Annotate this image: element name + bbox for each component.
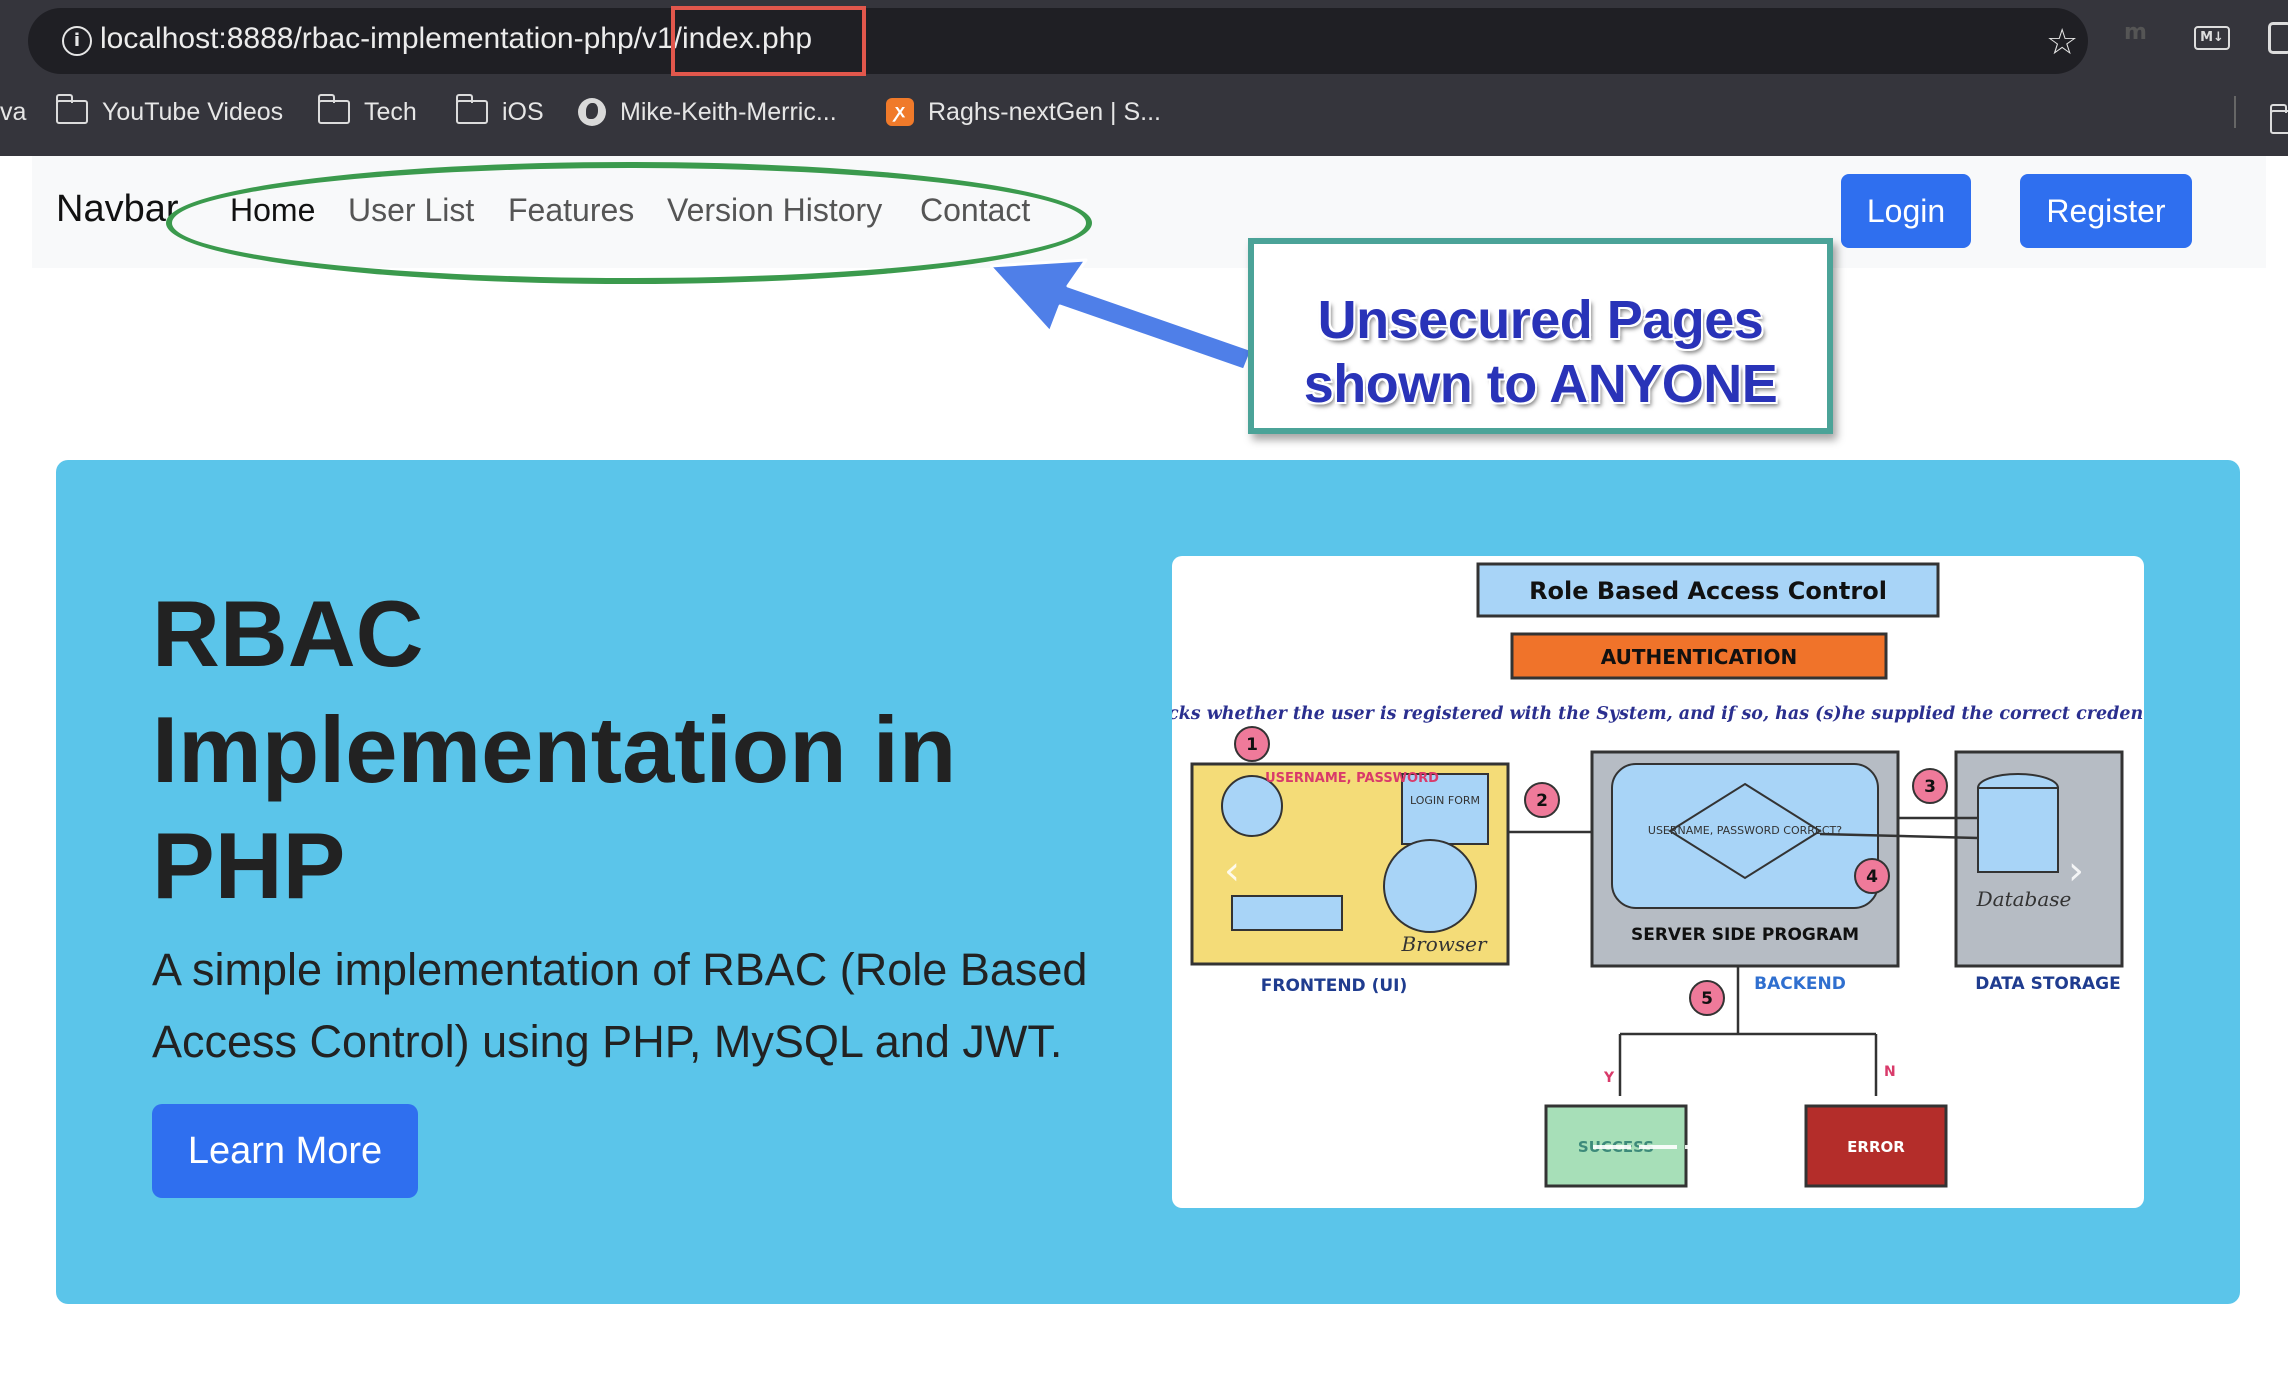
image-carousel[interactable]: Role Based Access Control AUTHENTICATION… <box>1172 556 2144 1208</box>
browser-chrome: i localhost:8888/rbac-implementation-php… <box>0 0 2288 156</box>
bookmark-raghs-nextgen[interactable]: ꭗ Raghs-nextGen | S... <box>886 90 1161 134</box>
bookmark-star-icon[interactable]: ☆ <box>2046 22 2078 62</box>
carousel-next-icon[interactable]: › <box>2068 848 2084 894</box>
data-storage-label: DATA STORAGE <box>1975 974 2120 994</box>
diagram-title: Role Based Access Control <box>1529 577 1887 605</box>
login-form-label: LOGIN FORM <box>1410 794 1480 807</box>
url-highlight-box <box>671 6 866 76</box>
browser-globe-icon <box>1383 839 1477 933</box>
bookmark-folder-youtube[interactable]: YouTube Videos <box>55 90 284 134</box>
username-password-label: USERNAME, PASSWORD <box>1265 771 1439 786</box>
step-number: 2 <box>1536 791 1548 811</box>
keyboard-icon <box>1231 895 1343 931</box>
carousel-indicators[interactable] <box>1172 1136 2144 1154</box>
folder-icon <box>55 94 88 124</box>
carousel-indicator[interactable] <box>1685 1145 1723 1149</box>
login-button[interactable]: Login <box>1841 174 1971 248</box>
step-number: 5 <box>1701 989 1713 1009</box>
bookmark-label: Mike-Keith-Merric... <box>620 97 837 126</box>
callout-line-2: shown to ANYONE <box>1303 354 1778 414</box>
learn-more-button[interactable]: Learn More <box>152 1104 418 1198</box>
site-info-icon[interactable]: i <box>62 26 92 56</box>
backend-label: BACKEND <box>1754 974 1846 994</box>
bookmark-folder-ios[interactable]: iOS <box>455 90 544 134</box>
bookmarks-separator <box>2234 96 2236 128</box>
carousel-indicator[interactable] <box>1593 1145 1631 1149</box>
extension-m-icon[interactable]: m <box>2124 20 2147 45</box>
carousel-indicator[interactable] <box>1639 1145 1677 1149</box>
hero-subtitle: A simple implementation of RBAC (Role Ba… <box>152 944 1088 1067</box>
folder-icon <box>317 94 350 124</box>
globe-icon <box>578 98 606 126</box>
database-body <box>1977 787 2059 873</box>
authentication-label: AUTHENTICATION <box>1601 645 1797 669</box>
check-label: USERNAME, PASSWORD CORRECT? <box>1648 824 1842 837</box>
no-label: N <box>1884 1064 1896 1080</box>
hero-title: RBAC Implementation in PHP <box>152 581 957 918</box>
bookmark-label: iOS <box>502 97 544 126</box>
address-bar[interactable]: i localhost:8888/rbac-implementation-php… <box>28 8 2088 74</box>
folder-icon <box>455 94 488 124</box>
navbar-brand[interactable]: Navbar <box>56 188 179 231</box>
sidebar-icon[interactable] <box>2268 22 2288 54</box>
bookmark-label: Tech <box>364 97 417 126</box>
bookmark-label: YouTube Videos <box>102 97 284 126</box>
nav-links-highlight-ellipse <box>166 162 1092 284</box>
database-label: Database <box>1976 887 2072 911</box>
hero-section: RBAC Implementation in PHP A simple impl… <box>56 460 2240 1304</box>
bookmark-label: va <box>0 97 27 126</box>
browser-label: Browser <box>1400 932 1488 956</box>
frontend-label: FRONTEND (UI) <box>1261 976 1408 996</box>
register-button[interactable]: Register <box>2020 174 2192 248</box>
yes-label: Y <box>1603 1070 1615 1086</box>
other-bookmarks-folder[interactable] <box>2269 100 2288 144</box>
bookmarks-bar: va YouTube Videos Tech iOS Mike-Keith-Me… <box>0 90 2288 134</box>
xampp-icon: ꭗ <box>886 98 914 126</box>
annotation-callout: Unsecured Pages shown to ANYONE <box>1248 238 1833 434</box>
server-side-label: SERVER SIDE PROGRAM <box>1631 925 1859 945</box>
markdown-extension-icon[interactable]: M↓ <box>2194 26 2230 50</box>
diagram-caption: Checks whether the user is registered wi… <box>1172 704 2144 724</box>
bookmark-mike-keith[interactable]: Mike-Keith-Merric... <box>578 90 837 134</box>
rbac-diagram: Role Based Access Control AUTHENTICATION… <box>1172 562 2144 1188</box>
step-number: 1 <box>1246 735 1258 755</box>
step-number: 3 <box>1924 777 1936 797</box>
bookmark-item[interactable]: va <box>0 90 26 134</box>
callout-line-1: Unsecured Pages <box>1317 290 1764 350</box>
annotation-arrow <box>990 258 1254 372</box>
step-number: 4 <box>1866 867 1878 887</box>
folder-icon <box>2269 104 2288 134</box>
bookmark-folder-tech[interactable]: Tech <box>317 90 417 134</box>
carousel-prev-icon[interactable]: ‹ <box>1224 848 1240 894</box>
bookmark-label: Raghs-nextGen | S... <box>928 97 1161 126</box>
